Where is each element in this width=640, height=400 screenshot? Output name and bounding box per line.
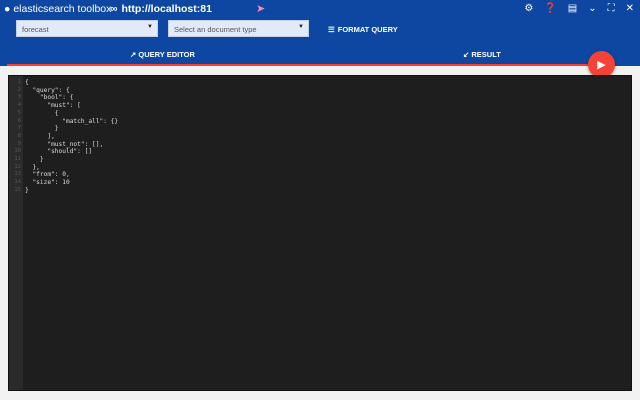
gear-icon[interactable]: ⚙ [524,3,533,14]
run-query-button[interactable]: ▶ [588,51,615,78]
logo-icon: ● [4,3,11,15]
link-icon: ∞ [110,3,118,15]
tab-result[interactable]: ↙ RESULT [463,50,501,59]
line-numbers: 1 2 3 4 5 6 7 8 9 10 11 12 13 14 15 [9,76,23,390]
fullscreen-icon[interactable]: ⛶ [608,3,615,14]
code-content[interactable]: { "query": { "bool": { "must": [ { "matc… [25,79,118,195]
send-icon[interactable]: ➤ [256,2,265,15]
close-icon[interactable]: ✕ [626,3,634,14]
active-tab-indicator [7,64,595,66]
doctype-select[interactable]: Select an document type ▼ [168,20,309,37]
card-icon[interactable]: ▤ [568,3,577,14]
chevron-down-icon[interactable]: ⌄ [588,3,596,14]
help-icon[interactable]: ❓ [544,3,556,14]
arrow-down-left-icon: ↙ [463,50,470,59]
format-icon: ☰ [328,25,335,34]
url-link[interactable]: ∞ http://localhost:81 [110,3,212,15]
index-select[interactable]: forecast ▼ [16,20,158,37]
dropdown-arrow-icon: ▼ [298,24,304,30]
app-title: ● elasticsearch toolbox [4,3,112,15]
play-icon: ▶ [597,59,606,71]
dropdown-arrow-icon: ▼ [147,24,153,30]
format-query-button[interactable]: ☰ FORMAT QUERY [328,25,398,34]
header: ● elasticsearch toolbox ∞ http://localhost… [0,0,640,66]
query-editor[interactable]: 1 2 3 4 5 6 7 8 9 10 11 12 13 14 15 { "q… [8,75,632,391]
tab-query-editor[interactable]: ↗ QUERY EDITOR [130,50,195,59]
arrow-up-right-icon: ↗ [130,50,137,59]
